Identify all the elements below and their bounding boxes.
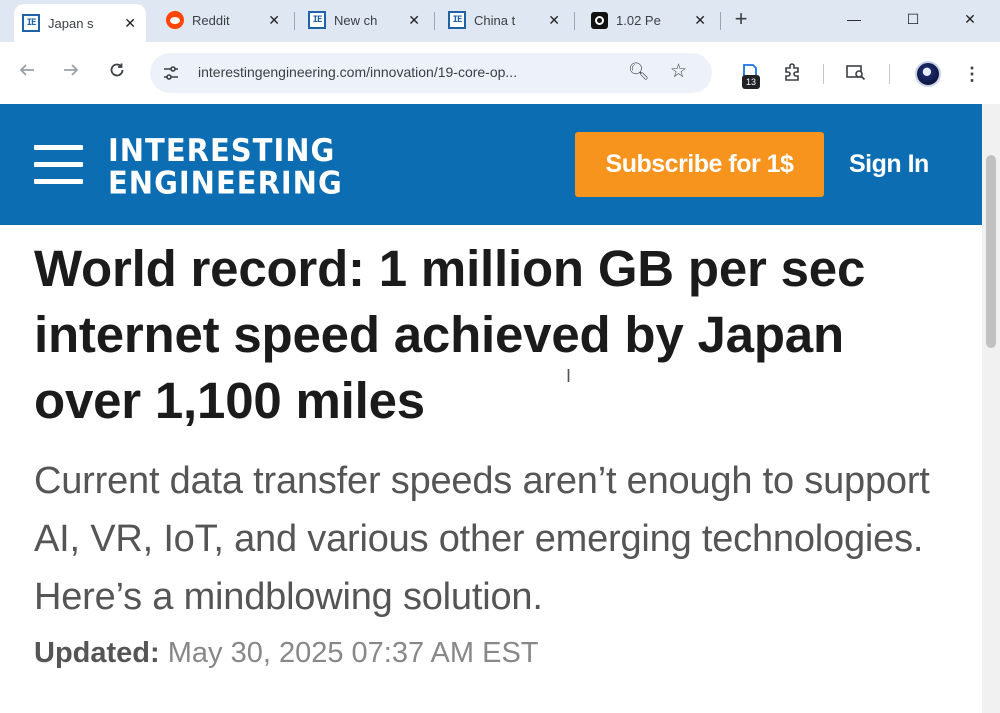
tab-new-chip[interactable]: IE New ch ✕ (300, 6, 430, 34)
tab-reddit[interactable]: Reddit ✕ (158, 6, 290, 34)
screenshot-search-icon (846, 65, 866, 81)
text-cursor-icon: I (566, 366, 572, 386)
article-headline: World record: 1 million GB per sec inter… (34, 240, 866, 429)
site-settings-icon[interactable] (162, 64, 180, 82)
tab-divider (294, 12, 295, 30)
hamburger-menu-icon[interactable] (34, 142, 83, 186)
close-tab-icon[interactable]: ✕ (408, 13, 420, 27)
minimize-button[interactable]: — (839, 7, 869, 31)
logo-line-2: ENGINEERING (108, 164, 343, 201)
reading-mode-icon[interactable] (844, 62, 868, 86)
page-scrollbar-thumb[interactable] (986, 155, 996, 348)
arrow-left-icon (19, 64, 34, 76)
ie-favicon-icon: IE (22, 14, 40, 32)
reload-button[interactable] (102, 58, 132, 88)
reload-icon (110, 63, 124, 77)
tab-title: Reddit (192, 12, 230, 28)
browser-toolbar: interestingengineering.com/innovation/19… (0, 42, 1000, 104)
site-logo[interactable]: INTERESTING ENGINEERING (108, 134, 343, 199)
bookmark-star-icon[interactable]: ☆ (670, 60, 687, 83)
article-subheadline: Current data transfer speeds aren’t enou… (34, 460, 930, 618)
tab-title: Japan s (48, 15, 94, 31)
ie-favicon-icon: IE (448, 11, 466, 29)
tab-china[interactable]: IE China t ✕ (440, 6, 570, 34)
dark-favicon-icon (590, 11, 608, 29)
article-updated-date: Updated: May 30, 2025 07:37 AM EST (34, 636, 539, 670)
close-window-button[interactable]: ✕ (955, 7, 985, 31)
close-tab-icon[interactable]: ✕ (694, 13, 706, 27)
puzzle-icon (785, 63, 799, 81)
close-tab-icon[interactable]: ✕ (124, 16, 136, 30)
extension-badge: 13 (742, 75, 760, 89)
url-text[interactable]: interestingengineering.com/innovation/19… (198, 64, 517, 80)
tab-title: New ch (334, 12, 378, 28)
zoom-icon[interactable]: 🔍︎ (628, 62, 650, 82)
arrow-right-icon (64, 64, 79, 76)
updated-label: Updated: (34, 637, 160, 669)
sign-in-link[interactable]: Sign In (849, 148, 929, 180)
maximize-button[interactable]: ☐ (898, 7, 928, 31)
ie-favicon-icon: IE (308, 11, 326, 29)
new-tab-button[interactable]: + (729, 8, 753, 32)
tab-title: 1.02 Pe (616, 12, 661, 28)
tab-divider (720, 12, 721, 30)
updated-value: May 30, 2025 07:37 AM EST (167, 637, 539, 669)
site-header: INTERESTING ENGINEERING Subscribe for 1$… (0, 104, 982, 225)
forward-button[interactable] (56, 58, 86, 88)
address-bar[interactable]: interestingengineering.com/innovation/19… (150, 53, 712, 93)
toolbar-divider (889, 64, 890, 84)
subscribe-button[interactable]: Subscribe for 1$ (575, 132, 824, 197)
logo-line-1: INTERESTING (108, 131, 336, 169)
browser-tab-strip: IE Japan s ✕ Reddit ✕ IE New ch ✕ IE Chi… (0, 0, 1000, 42)
profile-avatar[interactable] (915, 61, 941, 87)
extensions-puzzle-icon[interactable] (780, 62, 804, 86)
tab-divider (434, 12, 435, 30)
tab-title: China t (474, 12, 516, 28)
menu-kebab-icon[interactable]: ⋮ (960, 62, 984, 86)
reddit-favicon-icon (166, 11, 184, 29)
close-tab-icon[interactable]: ✕ (548, 13, 560, 27)
tab-petabit[interactable]: 1.02 Pe ✕ (582, 6, 716, 34)
tab-divider (574, 12, 575, 30)
tab-japan[interactable]: IE Japan s ✕ (14, 4, 146, 42)
close-tab-icon[interactable]: ✕ (268, 13, 280, 27)
toolbar-divider (823, 64, 824, 84)
back-button[interactable] (12, 58, 42, 88)
